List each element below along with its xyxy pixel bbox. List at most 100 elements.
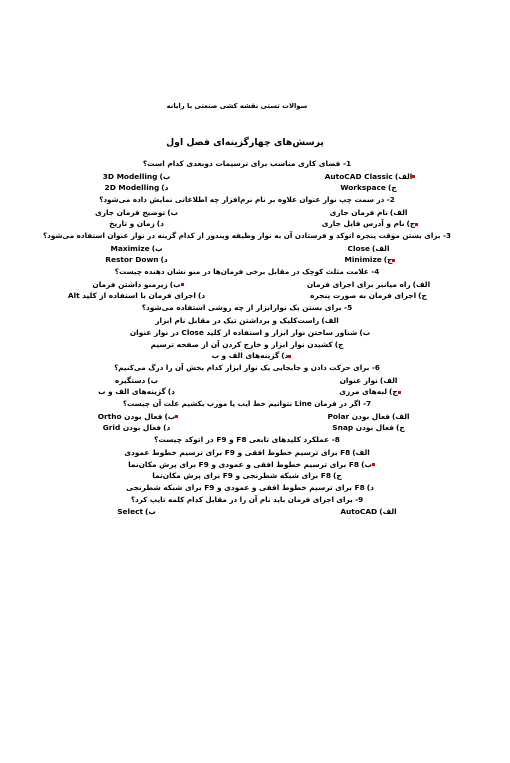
option-1[interactable]: الف) نوار عنوان (255, 375, 492, 387)
option-3[interactable]: ج) کشیدن نوار ابزار و خارج کردن آن از صفح… (18, 339, 492, 351)
option-key: الف) (371, 243, 390, 253)
option-text: فعال بودن Snap (332, 423, 395, 433)
answer-marker-placeholder-icon (389, 247, 392, 250)
correct-answer-marker-icon (175, 414, 179, 418)
option-text: نوار عنوان (339, 375, 378, 385)
correct-answer-marker-icon (415, 222, 419, 226)
option-text: نام فرمان جاری (329, 207, 388, 217)
option-key: الف) (394, 171, 413, 181)
document-header: سوالات تستی نقشه کشی صنعتی با رایانه (166, 102, 308, 110)
question-block: 5- برای بستن یک نوارابزار از چه روشی است… (18, 302, 492, 362)
option-1[interactable]: الف) AutoCAD Classic (255, 171, 492, 183)
option-1[interactable]: الف) راست‌کلیک و برداشتن تیک در مقابل نام… (18, 315, 492, 327)
option-4[interactable]: د) 2D Modelling (18, 182, 255, 194)
option-2[interactable]: ب) شناور ساختن نوار ابزار و استفاده از کل… (18, 327, 492, 339)
option-text: F8 برای ترسیم خطوط افقی و F9 برای ترسیم … (124, 447, 351, 457)
option-4[interactable]: د) اجرای فرمان با استفاده از کلید Alt (18, 290, 255, 302)
option-key: ب) (167, 207, 179, 217)
option-key: ج) (334, 339, 344, 349)
option-key: د) (163, 423, 171, 433)
option-4[interactable]: د) گزینه‌های الف و ب (18, 386, 255, 398)
question-stem: 8- عملکرد کلیدهای تابعی F8 و F9 در اتوکد… (154, 434, 340, 444)
option-3[interactable]: ج) فعال بودن Snap (255, 422, 492, 434)
option-1[interactable]: الف) نام فرمان جاری (255, 207, 492, 219)
option-key: ب) (164, 411, 176, 421)
document-page: سوالات تستی نقشه کشی صنعتی با رایانه پرس… (0, 102, 510, 763)
answer-marker-placeholder-icon (374, 486, 377, 489)
answer-marker-placeholder-icon (407, 211, 410, 214)
option-2[interactable]: ب) فعال بودن Ortho (18, 411, 255, 423)
question-block: 9- برای اجرای فرمان باید نام آن را در مق… (18, 494, 492, 518)
option-1[interactable]: الف) راه میانبر برای اجرای فرمان (255, 279, 492, 291)
option-grid: الف) راست‌کلیک و برداشتن تیک در مقابل نام… (18, 315, 492, 362)
question-stem: 2- در سمت چپ نوار عنوان علاوه بر نام نرم… (99, 195, 395, 205)
option-2[interactable]: ب) زیرمنو داشتن فرمان (18, 279, 255, 291)
option-2[interactable]: ب) دستگیره (18, 375, 255, 387)
option-key: د) (281, 351, 289, 361)
answer-marker-placeholder-icon (158, 379, 161, 382)
option-1[interactable]: الف) F8 برای ترسیم خطوط افقی و F9 برای تر… (18, 447, 492, 459)
option-2[interactable]: ب) Maximize (18, 243, 255, 255)
option-2[interactable]: ب) Select (18, 506, 255, 518)
option-grid: الف) AutoCAD ب) Select (18, 506, 492, 518)
option-4[interactable]: د) گزینه‌های الف و ب (18, 350, 492, 362)
option-text: 3D Modelling (102, 171, 158, 181)
answer-marker-placeholder-icon (170, 175, 173, 178)
option-text: فعال بودن Grid (102, 423, 162, 433)
option-key: الف) (379, 375, 398, 385)
option-1[interactable]: الف) فعال بودن Polar (255, 411, 492, 423)
option-text: راست‌کلیک و برداشتن تیک در مقابل نام ابز… (155, 316, 320, 326)
option-4[interactable]: د) فعال بودن Grid (18, 422, 255, 434)
option-3[interactable]: ج) F8 برای شبکه شطرنجی و F9 برای پرش مکان… (18, 470, 492, 482)
option-key: د) (197, 291, 206, 301)
page-title: پرسش‌های چهارگزینه‌ای فصل اول (166, 137, 324, 149)
option-key: الف) (412, 279, 431, 289)
option-3[interactable]: ج) Minimize (255, 254, 492, 266)
option-2[interactable]: ب) 3D Modelling (18, 171, 255, 183)
option-4[interactable]: د) زمان و تاریخ (18, 218, 255, 230)
question-block: 7- اگر در فرمان Line نتوانیم خط ایب یا م… (18, 398, 492, 434)
correct-answer-marker-icon (392, 258, 396, 262)
option-text: شناور ساختن نوار ابزار و استفاده از کلید… (129, 327, 358, 337)
question-block: 3- برای بستن موقت پنجره اتوکد و فرستادن … (18, 230, 492, 266)
option-text: دستگیره (114, 375, 146, 385)
option-text: فعال بودن Polar (327, 411, 391, 421)
option-text: نام و آدرس فایل جاری (321, 219, 405, 229)
answer-marker-placeholder-icon (170, 427, 173, 430)
option-key: ب) (359, 327, 371, 337)
option-text: زیرمنو داشتن فرمان (92, 279, 168, 289)
correct-answer-marker-icon (371, 462, 375, 466)
option-2[interactable]: ب) توضیح فرمان جاری (18, 207, 255, 219)
option-text: لبه‌های مرزی (339, 387, 388, 397)
option-text: زمان و تاریخ (109, 219, 155, 229)
option-2[interactable]: ب) F8 برای ترسیم خطوط افقی و عمودی و F9 ب… (18, 459, 492, 471)
answer-marker-placeholder-icon (164, 223, 167, 226)
option-text: گزینه‌های الف و ب (98, 387, 166, 397)
option-key: الف) (389, 207, 408, 217)
option-text: 2D Modelling (104, 183, 160, 193)
option-grid: الف) AutoCAD Classic ب) 3D Modelling ج) Works… (18, 171, 492, 194)
option-key: د) (167, 387, 175, 397)
option-text: اجرای فرمان به صورت پنجره (310, 291, 417, 301)
option-text: Close (347, 243, 370, 253)
option-grid: الف) F8 برای ترسیم خطوط افقی و F9 برای تر… (18, 447, 492, 494)
answer-marker-placeholder-icon (370, 451, 373, 454)
option-4[interactable]: د) Restor Down (18, 254, 255, 266)
option-3[interactable]: ج) اجرای فرمان به صورت پنجره (255, 290, 492, 302)
option-1[interactable]: الف) AutoCAD (255, 506, 492, 518)
answer-marker-placeholder-icon (339, 319, 342, 322)
question-stem: 9- برای اجرای فرمان باید نام آن را در مق… (130, 494, 364, 504)
answer-marker-placeholder-icon (397, 511, 400, 514)
option-3[interactable]: ج) Workspace (255, 182, 492, 194)
question-stem: 3- برای بستن موقت پنجره اتوکد و فرستادن … (43, 231, 451, 241)
answer-marker-placeholder-icon (175, 391, 178, 394)
option-3[interactable]: ج) نام و آدرس فایل جاری (255, 218, 492, 230)
option-text: F8 برای ترسیم خطوط افقی و عمودی و F9 برا… (128, 459, 360, 469)
option-4[interactable]: د) F8 برای ترسیم خطوط افقی و عمودی و F9 ب… (18, 482, 492, 494)
answer-marker-placeholder-icon (343, 343, 346, 346)
option-1[interactable]: الف) Close (255, 243, 492, 255)
question-block: 4- علامت مثلث کوچک در مقابل برخی فرمان‌ه… (18, 266, 492, 302)
option-grid: الف) فعال بودن Polar ب) فعال بودن Ortho ج) فع… (18, 411, 492, 434)
option-3[interactable]: ج) لبه‌های مرزی (255, 386, 492, 398)
question-stem: 7- اگر در فرمان Line نتوانیم خط ایب یا م… (122, 398, 372, 408)
